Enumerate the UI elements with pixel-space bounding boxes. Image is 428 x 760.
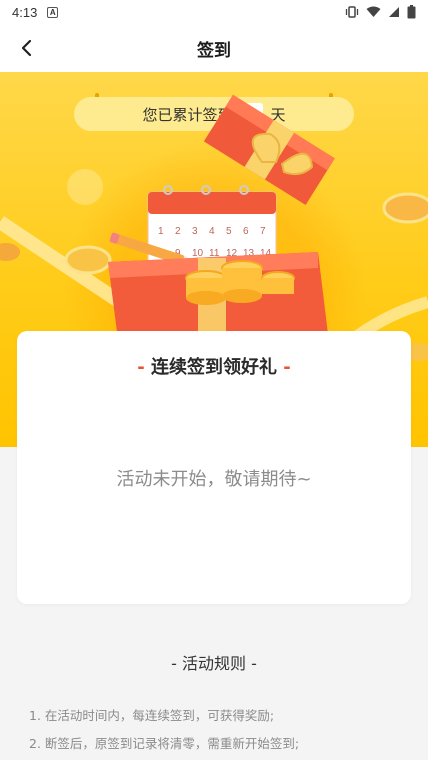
- card-title: - 连续签到领好礼 -: [17, 353, 411, 379]
- wifi-icon: [366, 6, 381, 17]
- title-dash-right: -: [283, 357, 291, 378]
- chevron-left-icon: [21, 39, 32, 57]
- calendar-day: 4: [209, 226, 215, 237]
- calendar-day: 6: [243, 226, 249, 237]
- calendar-day: 7: [260, 226, 266, 237]
- back-button[interactable]: [10, 32, 42, 64]
- notification-icon: A: [47, 6, 59, 18]
- calendar-day: 3: [192, 226, 198, 237]
- signal-icon: [389, 7, 399, 17]
- status-time: 4:13: [12, 4, 38, 20]
- reward-card: - 连续签到领好礼 - 活动未开始，敬请期待~: [17, 331, 411, 604]
- rule-item: 1. 在活动时间内，每连续签到，可获得奖励;: [29, 708, 275, 723]
- status-icons: [345, 5, 416, 19]
- rule-item: 2. 断签后，原签到记录将清零，需重新开始签到;: [29, 736, 300, 751]
- empty-state-text: 活动未开始，敬请期待~: [116, 469, 312, 490]
- status-bar: 4:13 A: [0, 0, 428, 24]
- vibrate-icon: [345, 6, 359, 18]
- battery-icon: [407, 5, 416, 19]
- calendar-day: 1: [158, 226, 164, 237]
- calendar-day: 5: [226, 226, 232, 237]
- gift-calendar-illustration: 123456789101112131415161718192021: [108, 94, 335, 340]
- rules-title: - 活动规则 -: [171, 654, 257, 673]
- card-title-text: 连续签到领好礼: [151, 357, 277, 378]
- calendar-day: 2: [175, 226, 181, 237]
- nav-bar: 签到: [0, 24, 428, 72]
- page-title: 签到: [197, 40, 231, 61]
- title-dash-left: -: [137, 357, 145, 378]
- calendar-day: 10: [192, 248, 204, 259]
